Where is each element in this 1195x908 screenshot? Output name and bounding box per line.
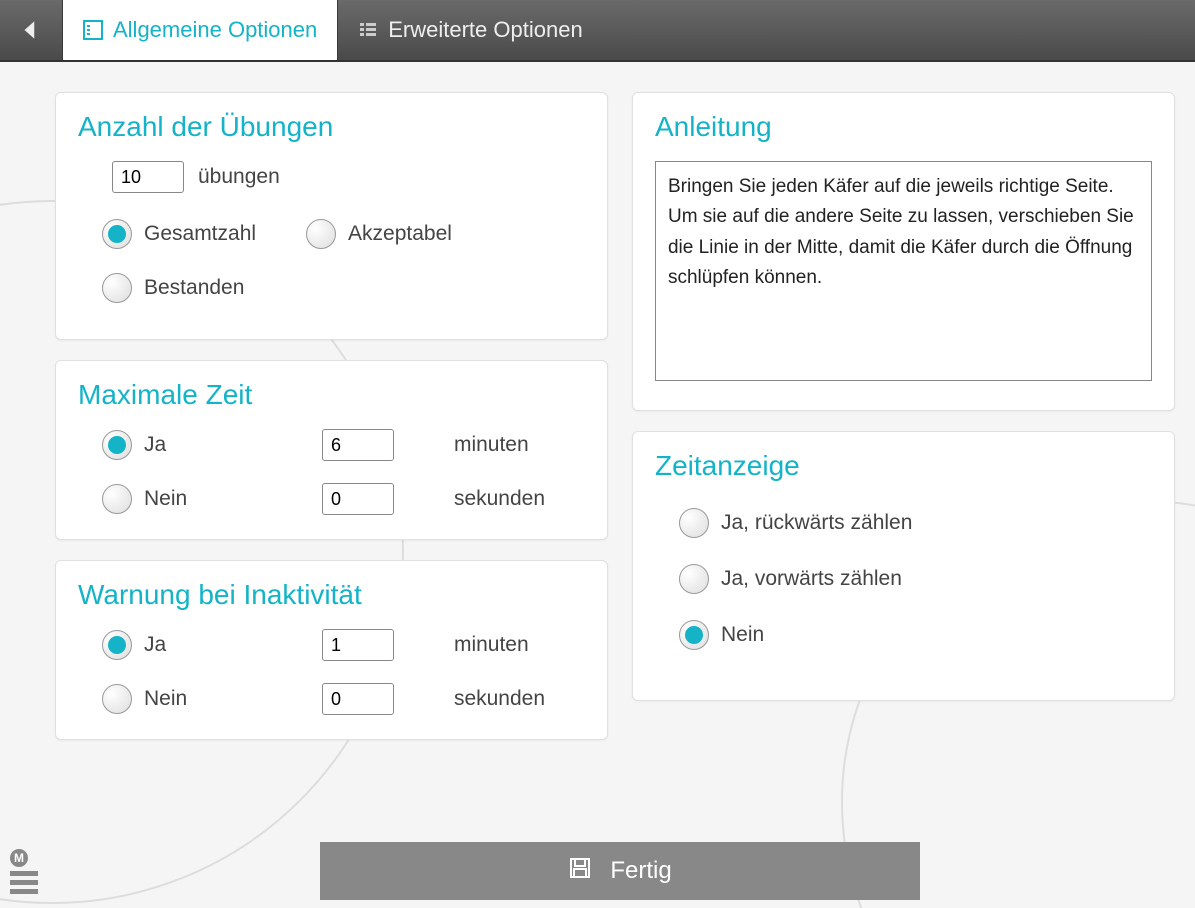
radio-maxtime-yes[interactable] [102,430,132,460]
maxtime-seconds-input[interactable] [322,483,394,515]
back-arrow-icon [18,17,44,43]
radio-acceptable-label: Akzeptabel [348,222,452,246]
top-bar: Allgemeine Optionen Erweiterte Optionen [0,0,1195,62]
maxtime-minutes-label: minuten [454,433,585,457]
exercise-count-input[interactable] [112,161,184,193]
tab-advanced-label: Erweiterte Optionen [388,17,582,43]
done-label: Fertig [610,857,671,885]
hamburger-menu[interactable]: M [10,849,40,898]
radio-inactivity-yes-label: Ja [144,633,166,657]
tab-general-options[interactable]: Allgemeine Optionen [62,0,337,60]
radio-maxtime-no-label: Nein [144,487,187,511]
card-time-display: Zeitanzeige Ja, rückwärts zählen Ja, vor… [632,431,1175,701]
radio-inactivity-yes[interactable] [102,630,132,660]
radio-inactivity-no[interactable] [102,684,132,714]
card-exercise-count: Anzahl der Übungen übungen Gesamtzahl Ak… [55,92,608,340]
radio-maxtime-yes-label: Ja [144,433,166,457]
card-max-time: Maximale Zeit Ja minuten Nein sekunden [55,360,608,540]
radio-time-countup-label: Ja, vorwärts zählen [721,567,902,591]
maxtime-minutes-input[interactable] [322,429,394,461]
menu-bar-icon [10,889,38,894]
radio-total-label: Gesamtzahl [144,222,256,246]
back-button[interactable] [0,0,62,60]
radio-inactivity-no-label: Nein [144,687,187,711]
tab-general-label: Allgemeine Optionen [113,17,317,43]
inactivity-title: Warnung bei Inaktivität [78,579,585,611]
inactivity-seconds-input[interactable] [322,683,394,715]
save-icon [568,856,592,887]
radio-total[interactable] [102,219,132,249]
radio-time-no-label: Nein [721,623,764,647]
inactivity-seconds-label: sekunden [454,687,585,711]
radio-time-no[interactable] [679,620,709,650]
radio-time-countdown-label: Ja, rückwärts zählen [721,511,912,535]
radio-time-countup[interactable] [679,564,709,594]
radio-passed-label: Bestanden [144,276,244,300]
radio-passed[interactable] [102,273,132,303]
content-area: Anzahl der Übungen übungen Gesamtzahl Ak… [0,62,1195,760]
menu-bar-icon [10,880,38,885]
inactivity-minutes-label: minuten [454,633,585,657]
card-instructions: Anleitung [632,92,1175,411]
m-badge-icon: M [10,849,28,867]
radio-time-countdown[interactable] [679,508,709,538]
radio-acceptable[interactable] [306,219,336,249]
time-display-title: Zeitanzeige [655,450,1152,482]
instructions-textarea[interactable] [655,161,1152,381]
instructions-title: Anleitung [655,111,1152,143]
maxtime-seconds-label: sekunden [454,487,585,511]
max-time-title: Maximale Zeit [78,379,585,411]
done-button[interactable]: Fertig [320,842,920,900]
menu-bar-icon [10,871,38,876]
card-inactivity-warning: Warnung bei Inaktivität Ja minuten Nein … [55,560,608,740]
radio-maxtime-no[interactable] [102,484,132,514]
list-icon [83,20,103,40]
exercise-count-label: übungen [198,165,280,189]
list-dense-icon [358,20,378,40]
inactivity-minutes-input[interactable] [322,629,394,661]
tab-advanced-options[interactable]: Erweiterte Optionen [337,0,602,60]
exercise-count-title: Anzahl der Übungen [78,111,585,143]
